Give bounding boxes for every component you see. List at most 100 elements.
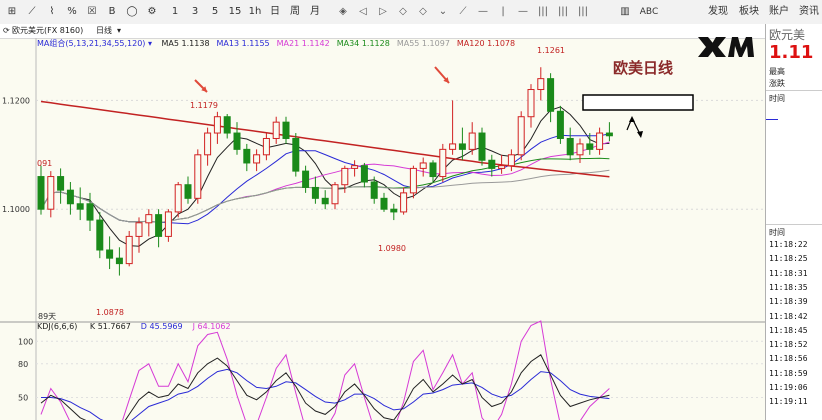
candle-body: [488, 159, 496, 169]
grid-icon[interactable]: ▥: [618, 4, 632, 20]
kdj-j-line: [40, 320, 610, 420]
kdj-tick-label: 80: [18, 360, 28, 369]
chart-area[interactable]: 1.1200 1.1000 1.1261 1.1179 1.0980 1.0878 091 8…: [0, 38, 765, 420]
period-4-button[interactable]: 1h: [246, 4, 264, 20]
nav-tool-3-icon[interactable]: ◇: [394, 4, 412, 20]
kdj-tick-label: 100: [18, 337, 33, 346]
chart-title: 欧美日线: [613, 59, 674, 77]
price-tick-label: 1.1200: [2, 96, 30, 105]
ma-legend-item: MA34 1.1128: [336, 39, 390, 48]
abc-button[interactable]: ABC: [636, 4, 662, 20]
candle-body: [498, 165, 506, 169]
nav-tool-9-icon[interactable]: —: [514, 4, 532, 20]
tick-time: 11:18:31: [769, 268, 808, 278]
candle-body: [86, 203, 94, 221]
period-0-button[interactable]: 1: [166, 4, 184, 20]
candle-body: [419, 162, 427, 169]
nav-tool-2-icon[interactable]: ▷: [374, 4, 392, 20]
percent-icon[interactable]: %: [64, 4, 80, 20]
toolbar: ⊞ ⟋ ⌇% ☒ B ◯ ⚙ 1 3 5 15 1h 日周月 ◈ ◁ ▷ ◇ ◇ ⌄ ⟋ — | — ||| ||| ||| …: [0, 0, 822, 25]
menu-news[interactable]: 资讯: [796, 4, 822, 20]
candle-body: [507, 154, 515, 167]
circle-icon[interactable]: ◯: [124, 4, 140, 20]
cursor-icon[interactable]: ⊞: [4, 4, 20, 20]
nav-tool-5-icon[interactable]: ⌄: [434, 4, 452, 20]
period-1-button[interactable]: 3: [186, 4, 204, 20]
candle-body: [400, 192, 408, 213]
gear-icon[interactable]: ⚙: [144, 4, 160, 20]
candle-body: [282, 121, 290, 139]
menu-discover[interactable]: 发现: [705, 4, 731, 20]
period-7-button[interactable]: 月: [306, 4, 324, 20]
chevron-down-icon[interactable]: ▾: [148, 39, 152, 48]
candle-body: [605, 132, 613, 137]
candle-body: [223, 116, 231, 134]
period-2-button[interactable]: 5: [206, 4, 224, 20]
rotate-icon[interactable]: ⟳: [3, 24, 10, 38]
tick-time: 11:18:35: [769, 282, 808, 292]
candle-body: [517, 116, 525, 156]
tick-time: 11:18:56: [769, 354, 808, 364]
line-chart-icon[interactable]: ⟋: [24, 4, 40, 20]
candle-body: [96, 219, 104, 251]
candle-body: [439, 148, 447, 178]
period-5-button[interactable]: 日: [266, 4, 284, 20]
nav-tool-0-icon[interactable]: ◈: [334, 4, 352, 20]
candle-body: [204, 132, 212, 156]
candle-body: [66, 189, 74, 205]
chart-svg[interactable]: 1.1200 1.1000 1.1261 1.1179 1.0980 1.0878 091 8…: [0, 38, 765, 420]
kdj-legend-item: J 64.1062: [192, 322, 231, 331]
menu-sector[interactable]: 板块: [736, 4, 762, 20]
ma-legend-item: MA55 1.1097: [396, 39, 450, 48]
candle-icon[interactable]: ⌇: [44, 4, 60, 20]
period-6-button[interactable]: 周: [286, 4, 304, 20]
xm-logo: XM: [698, 37, 754, 57]
nav-tool-10-icon[interactable]: |||: [534, 4, 552, 20]
ma-legend-item: MA5 1.1138: [161, 39, 210, 48]
candle-body: [547, 78, 555, 112]
high-price-label: 1.1261: [537, 46, 565, 55]
ma-legend: MA组合(5,13,21,34,55,120) ▾ MA5 1.1138 MA13…: [37, 38, 515, 49]
ma-legend-item: MA21 1.1142: [276, 39, 330, 48]
candle-body: [311, 186, 319, 199]
forecast-arrow-head: [629, 116, 635, 122]
ma-legend-item: MA13 1.1155: [216, 39, 270, 48]
candle-body: [586, 143, 594, 150]
candle-body: [292, 137, 300, 172]
candle-body: [213, 116, 221, 134]
left-edge-price-label: 091: [37, 159, 52, 168]
candle-body: [576, 143, 584, 156]
tick-time: 11:18:39: [769, 297, 808, 307]
candle-body: [596, 132, 604, 150]
candle-body: [429, 162, 437, 178]
kdj-d-line: [41, 368, 610, 420]
chevron-down-icon[interactable]: ▾: [117, 24, 121, 38]
nav-tool-1-icon[interactable]: ◁: [354, 4, 372, 20]
nav-tool-4-icon[interactable]: ◇: [414, 4, 432, 20]
low-mid-price-label: 1.0980: [378, 244, 406, 253]
nav-tool-6-icon[interactable]: ⟋: [454, 4, 472, 20]
period-select[interactable]: 日线: [96, 24, 112, 38]
kdj-legend-item: D 45.5969: [140, 322, 183, 331]
candle-body: [537, 78, 545, 91]
menu-account[interactable]: 账户: [766, 4, 792, 20]
period-3-button[interactable]: 15: [226, 4, 244, 20]
tick-time: 11:18:22: [769, 240, 808, 249]
ma-legend-item: MA120 1.1078: [456, 39, 516, 48]
annotation-box: [582, 94, 694, 111]
quote-price: 1.11: [769, 42, 814, 63]
candle-body: [458, 143, 466, 150]
nav-tool-8-icon[interactable]: |: [494, 4, 512, 20]
b-box-icon[interactable]: B: [104, 4, 120, 20]
tick-time: 11:18:45: [769, 325, 808, 335]
x-box-icon[interactable]: ☒: [84, 4, 100, 20]
quote-panel: 欧元美 1.11 最高 涨跌 时间 时间 11:18:22 11:18:25 11:…: [765, 24, 822, 420]
symbol-tab[interactable]: 欧元美元(FX 8160): [12, 24, 83, 38]
nav-tool-11-icon[interactable]: |||: [554, 4, 572, 20]
label-high: 最高: [769, 67, 785, 76]
nav-tool-12-icon[interactable]: |||: [574, 4, 592, 20]
candle-body: [449, 143, 457, 150]
nav-tool-7-icon[interactable]: —: [474, 4, 492, 20]
candle-body: [380, 197, 388, 210]
candle-body: [145, 214, 153, 224]
